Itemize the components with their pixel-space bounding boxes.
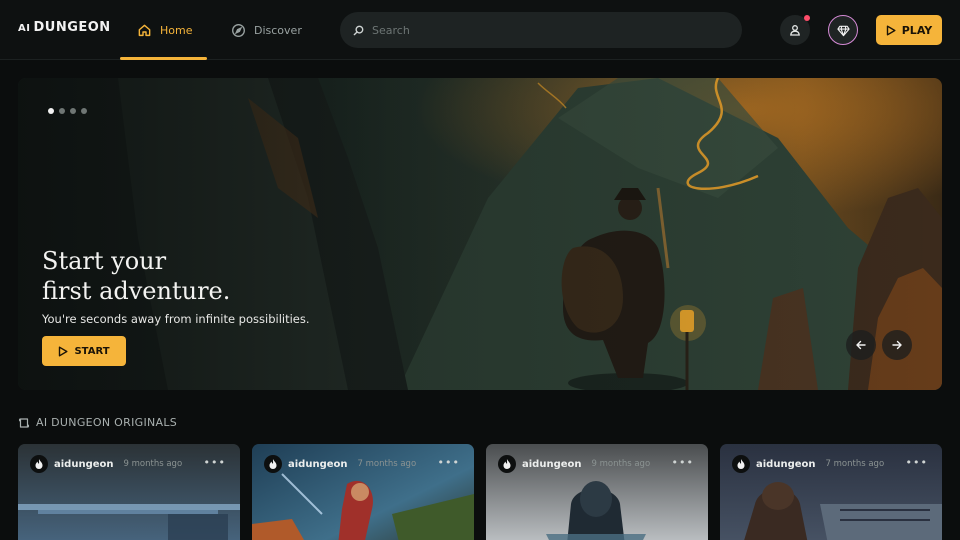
account-button[interactable] (780, 15, 810, 45)
more-options-icon[interactable]: ••• (672, 456, 694, 469)
gem-icon (836, 25, 850, 36)
adventure-card[interactable]: aidungeon 7 months ago ••• (252, 444, 474, 540)
card-header: aidungeon 9 months ago ••• (18, 444, 240, 484)
play-icon (59, 346, 68, 356)
logo[interactable]: AI DUNGEON (18, 20, 111, 40)
search-input[interactable] (372, 23, 712, 37)
author-avatar[interactable] (732, 455, 750, 473)
notification-dot (804, 15, 810, 21)
author-avatar[interactable] (498, 455, 516, 473)
section-heading: AI DUNGEON ORIGINALS (18, 416, 177, 429)
originals-card-row: aidungeon 9 months ago ••• aidungeon 7 m… (18, 444, 942, 540)
play-button[interactable]: PLAY (876, 15, 942, 45)
tab-home-label: Home (160, 23, 193, 37)
logo-name: DUNGEON (33, 20, 111, 35)
adventure-card[interactable]: aidungeon 9 months ago ••• (486, 444, 708, 540)
play-button-label: PLAY (901, 23, 933, 37)
carousel-prev-button[interactable] (846, 330, 876, 360)
carousel-dot-3[interactable] (70, 108, 76, 114)
card-header: aidungeon 7 months ago ••• (720, 444, 942, 484)
flame-logo-icon (35, 459, 43, 469)
hero-subtitle: You're seconds away from infinite possib… (42, 312, 310, 326)
card-timestamp: 7 months ago (357, 459, 417, 469)
hero-title-line-2: first adventure. (42, 277, 231, 305)
author-avatar[interactable] (264, 455, 282, 473)
carousel-indicators (48, 108, 87, 114)
card-timestamp: 9 months ago (123, 459, 183, 469)
premium-button[interactable] (828, 15, 858, 45)
adventure-card[interactable]: aidungeon 9 months ago ••• (18, 444, 240, 540)
carousel-dot-4[interactable] (81, 108, 87, 114)
carousel-dot-1[interactable] (48, 108, 54, 114)
more-options-icon[interactable]: ••• (906, 456, 928, 469)
flame-logo-icon (503, 459, 511, 469)
arrow-right-icon (892, 340, 902, 350)
more-options-icon[interactable]: ••• (438, 456, 460, 469)
scroll-icon (18, 417, 30, 428)
top-navigation-bar: AI DUNGEON Home Discover PLAY (0, 0, 960, 60)
card-header: aidungeon 7 months ago ••• (252, 444, 474, 484)
carousel-dot-2[interactable] (59, 108, 65, 114)
carousel-next-button[interactable] (882, 330, 912, 360)
tab-discover[interactable]: Discover (231, 0, 302, 60)
section-title: AI DUNGEON ORIGINALS (36, 416, 178, 429)
card-author[interactable]: aidungeon (288, 459, 348, 470)
hero-title-line-1: Start your (42, 247, 167, 275)
tab-discover-label: Discover (254, 23, 302, 37)
start-button-label: START (74, 345, 110, 357)
card-author[interactable]: aidungeon (522, 459, 582, 470)
hero-illustration (18, 78, 942, 390)
adventure-card[interactable]: aidungeon 7 months ago ••• (720, 444, 942, 540)
home-icon (138, 24, 151, 36)
hero-banner: Start your first adventure. You're secon… (18, 78, 942, 390)
hero-title: Start your first adventure. (42, 246, 342, 306)
card-timestamp: 9 months ago (591, 459, 651, 469)
active-tab-indicator (120, 57, 207, 60)
arrow-left-icon (856, 340, 866, 350)
author-avatar[interactable] (30, 455, 48, 473)
compass-icon (232, 23, 245, 37)
flame-logo-icon (737, 459, 745, 469)
search-icon (353, 25, 364, 35)
play-icon (886, 25, 896, 35)
card-author[interactable]: aidungeon (756, 459, 816, 470)
logo-prefix: AI (18, 23, 31, 34)
flame-logo-icon (269, 459, 277, 469)
more-options-icon[interactable]: ••• (204, 456, 226, 469)
card-header: aidungeon 9 months ago ••• (486, 444, 708, 484)
card-author[interactable]: aidungeon (54, 459, 114, 470)
start-button[interactable]: START (42, 336, 126, 366)
user-icon (790, 25, 800, 36)
search-bar[interactable] (340, 12, 742, 48)
card-timestamp: 7 months ago (825, 459, 885, 469)
tab-home[interactable]: Home (120, 0, 207, 60)
